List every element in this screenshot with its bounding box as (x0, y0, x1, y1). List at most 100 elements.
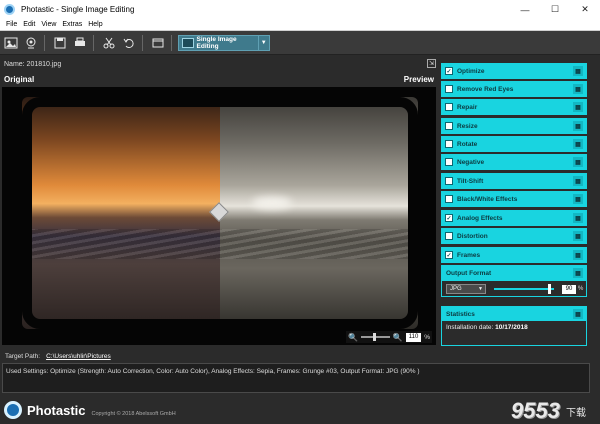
minimize-button[interactable]: — (510, 0, 540, 19)
statistics-panel: Statistics ▦ Installation date: 10/17/20… (441, 306, 587, 346)
expand-panel-icon[interactable]: ▦ (573, 66, 583, 76)
panel-rotate[interactable]: Rotate ▦ (441, 136, 587, 152)
expand-panel-icon[interactable]: ▦ (573, 194, 583, 204)
mode-dropdown[interactable]: Single Image Editing ▼ (178, 34, 270, 51)
app-icon (4, 4, 15, 15)
panel-optimize[interactable]: ✓ Optimize ▦ (441, 63, 587, 79)
panel-repair[interactable]: Repair ▦ (441, 99, 587, 115)
checkbox[interactable]: ✓ (445, 67, 453, 75)
effects-sidebar: ✓ Optimize ▦ Remove Red Eyes ▦ Repair ▦ … (441, 60, 587, 350)
quality-slider[interactable] (494, 284, 554, 294)
panel-label: Analog Effects (457, 214, 503, 222)
panel-tilt-shift[interactable]: Tilt-Shift ▦ (441, 173, 587, 189)
panel-label: Resize (457, 122, 478, 130)
checkbox[interactable] (445, 177, 453, 185)
window-layout-icon[interactable] (149, 34, 167, 52)
expand-panel-icon[interactable]: ▦ (573, 139, 583, 149)
panel-black-white-effects[interactable]: Black/White Effects ▦ (441, 191, 587, 207)
footer: Photastic Copyright © 2018 Abelssoft Gmb… (0, 396, 600, 424)
file-name-bar: Name: 201810.jpg ⇲ (0, 58, 438, 70)
output-format-panel: Output Format ▦ JPG ▼ 90 % (441, 265, 587, 297)
output-format-row: JPG ▼ 90 % (442, 281, 586, 297)
image-viewer[interactable]: 🔍 🔍 110 % (2, 87, 436, 345)
mode-dropdown-label: Single Image Editing (196, 35, 237, 50)
expand-panel-icon[interactable]: ▦ (573, 176, 583, 186)
statistics-title: Statistics (446, 310, 475, 318)
checkbox[interactable]: ✓ (445, 214, 453, 222)
expand-panel-icon[interactable]: ▦ (573, 157, 583, 167)
expand-panel-icon[interactable]: ▦ (573, 121, 583, 131)
chevron-down-icon: ▼ (257, 35, 269, 50)
quality-input[interactable]: 90 (562, 284, 576, 294)
brand-name: Photastic (27, 402, 86, 418)
panel-label: Frames (457, 251, 481, 259)
zoom-out-icon[interactable]: 🔍 (348, 333, 358, 342)
expand-panel-icon[interactable]: ▦ (573, 268, 583, 278)
checkbox[interactable] (445, 232, 453, 240)
expand-panel-icon[interactable]: ▦ (573, 213, 583, 223)
format-dropdown[interactable]: JPG ▼ (446, 284, 486, 294)
copyright: Copyright © 2018 Abelssoft GmbH (91, 411, 176, 417)
checkbox[interactable] (445, 158, 453, 166)
installation-label: Installation date: (446, 324, 494, 331)
title-bar: Photastic - Single Image Editing — ☐ ✕ (0, 0, 600, 19)
open-image-icon[interactable] (2, 34, 20, 52)
checkbox[interactable] (445, 85, 453, 93)
target-path-bar: Target Path: C:\Users\uhlir\Pictures (2, 351, 590, 362)
checkbox[interactable] (445, 140, 453, 148)
panel-label: Negative (457, 158, 485, 166)
panel-label: Remove Red Eyes (457, 85, 514, 93)
zoom-in-icon[interactable]: 🔍 (393, 333, 403, 342)
format-value: JPG (450, 286, 462, 292)
checkbox[interactable] (445, 195, 453, 203)
save-icon[interactable] (51, 34, 69, 52)
menu-view[interactable]: View (41, 21, 56, 28)
expand-panel-icon[interactable]: ▦ (573, 231, 583, 241)
panel-remove-red-eyes[interactable]: Remove Red Eyes ▦ (441, 81, 587, 97)
undo-icon[interactable] (120, 34, 138, 52)
chevron-down-icon: ▼ (478, 286, 483, 292)
zoom-input[interactable]: 110 (405, 332, 422, 342)
expand-panel-icon[interactable]: ▦ (573, 250, 583, 260)
menu-file[interactable]: File (6, 21, 17, 28)
panel-analog-effects[interactable]: ✓ Analog Effects ▦ (441, 210, 587, 226)
zoom-unit: % (424, 333, 430, 341)
checkbox[interactable] (445, 122, 453, 130)
menu-edit[interactable]: Edit (23, 21, 35, 28)
output-format-header[interactable]: Output Format ▦ (442, 266, 586, 281)
panel-label: Rotate (457, 140, 478, 148)
expand-icon[interactable]: ⇲ (427, 59, 436, 68)
single-image-icon (182, 37, 194, 48)
checkbox[interactable] (445, 103, 453, 111)
statistics-header[interactable]: Statistics ▦ (442, 307, 586, 321)
menu-help[interactable]: Help (88, 21, 102, 28)
toolbar-separator (93, 34, 94, 51)
zoom-slider[interactable] (360, 333, 390, 341)
output-format-title: Output Format (446, 270, 492, 277)
quality-unit: % (578, 286, 584, 292)
checkbox[interactable]: ✓ (445, 251, 453, 259)
expand-panel-icon[interactable]: ▦ (573, 84, 583, 94)
print-icon[interactable] (71, 34, 89, 52)
target-path-link[interactable]: C:\Users\uhlir\Pictures (46, 353, 111, 360)
photastic-logo-icon (4, 401, 22, 419)
panel-label: Optimize (457, 67, 485, 75)
panel-negative[interactable]: Negative ▦ (441, 154, 587, 170)
toolbar-separator (171, 34, 172, 51)
expand-panel-icon[interactable]: ▦ (573, 309, 583, 319)
menu-extras[interactable]: Extras (62, 21, 82, 28)
maximize-button[interactable]: ☐ (540, 0, 570, 19)
panel-resize[interactable]: Resize ▦ (441, 118, 587, 134)
panel-label: Black/White Effects (457, 195, 518, 203)
panel-frames[interactable]: ✓ Frames ▦ (441, 247, 587, 263)
toolbar: Single Image Editing ▼ (0, 31, 600, 55)
webcam-icon[interactable] (22, 34, 40, 52)
expand-panel-icon[interactable]: ▦ (573, 102, 583, 112)
viewer-header: Original Preview (0, 72, 438, 86)
toolbar-separator (142, 34, 143, 51)
close-button[interactable]: ✕ (570, 0, 600, 19)
scissors-icon[interactable] (100, 34, 118, 52)
used-settings: Used Settings: Optimize (Strength: Auto … (2, 363, 590, 393)
panel-distortion[interactable]: Distortion ▦ (441, 228, 587, 244)
panel-label: Distortion (457, 232, 488, 240)
